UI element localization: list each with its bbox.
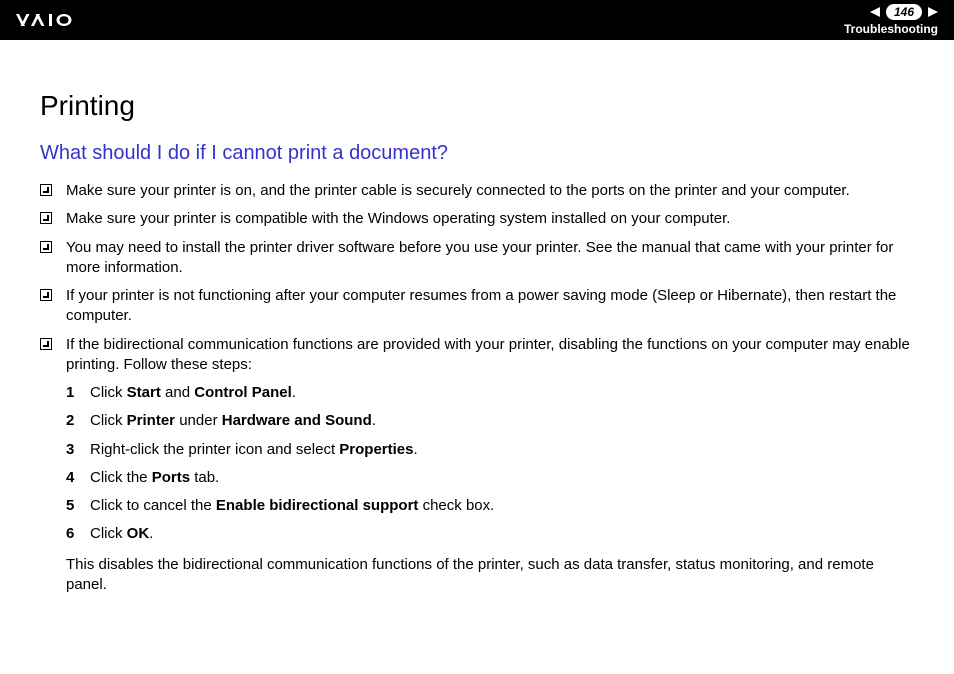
step-bold: Enable bidirectional support [216,497,419,514]
bullet-icon [40,289,52,301]
next-page-arrow-icon[interactable] [928,7,938,17]
question-title: What should I do if I cannot print a doc… [40,142,914,165]
content-area: Printing What should I do if I cannot pr… [0,40,954,615]
step-text-part: . [292,384,296,401]
step-item: 2 Click Printer under Hardware and Sound… [66,411,914,431]
step-number: 4 [66,468,90,488]
prev-page-arrow-icon[interactable] [870,7,880,17]
step-bold: Hardware and Sound [222,412,372,429]
bullet-icon [40,338,52,350]
step-number: 2 [66,411,90,431]
step-text-part: Click to cancel the [90,497,216,514]
step-text: Click the Ports tab. [90,468,914,488]
step-item: 3 Right-click the printer icon and selec… [66,440,914,460]
step-text-part: Click [90,412,127,429]
step-bold: Control Panel [194,384,292,401]
header-right: 146 Troubleshooting [844,4,938,36]
header-bar: 146 Troubleshooting [0,0,954,40]
after-steps-text: This disables the bidirectional communic… [66,555,914,596]
step-text-part: . [149,525,153,542]
bullet-icon [40,184,52,196]
step-text: Click Start and Control Panel. [90,383,914,403]
step-text-part: and [161,384,194,401]
bullet-item: If the bidirectional communication funct… [40,335,914,376]
step-text: Right-click the printer icon and select … [90,440,914,460]
step-text-part: under [175,412,222,429]
step-text: Click to cancel the Enable bidirectional… [90,496,914,516]
page-number: 146 [886,4,922,20]
step-text-part: Click [90,525,127,542]
numbered-steps: 1 Click Start and Control Panel. 2 Click… [66,383,914,545]
step-bold: OK [127,525,150,542]
bullet-icon [40,212,52,224]
bullet-text: If your printer is not functioning after… [66,286,914,327]
step-number: 1 [66,383,90,403]
bullet-text: If the bidirectional communication funct… [66,335,914,376]
step-number: 6 [66,524,90,544]
step-text-part: tab. [190,469,219,486]
bullet-item: You may need to install the printer driv… [40,238,914,279]
step-bold: Properties [339,441,413,458]
bullet-icon [40,241,52,253]
step-text: Click OK. [90,524,914,544]
bullet-text: You may need to install the printer driv… [66,238,914,279]
bullet-item: Make sure your printer is on, and the pr… [40,181,914,201]
step-text-part: check box. [418,497,494,514]
step-number: 3 [66,440,90,460]
step-text-part: . [372,412,376,429]
step-text-part: Click [90,384,127,401]
step-text-part: Click the [90,469,152,486]
bullet-text: Make sure your printer is compatible wit… [66,209,914,229]
page-title: Printing [40,90,914,122]
bullet-item: If your printer is not functioning after… [40,286,914,327]
header-section-label: Troubleshooting [844,22,938,36]
step-number: 5 [66,496,90,516]
step-item: 1 Click Start and Control Panel. [66,383,914,403]
step-bold: Start [127,384,161,401]
step-item: 4 Click the Ports tab. [66,468,914,488]
step-item: 5 Click to cancel the Enable bidirection… [66,496,914,516]
step-item: 6 Click OK. [66,524,914,544]
vaio-logo [16,11,106,29]
bullet-text: Make sure your printer is on, and the pr… [66,181,914,201]
step-bold: Ports [152,469,190,486]
bullet-item: Make sure your printer is compatible wit… [40,209,914,229]
step-text: Click Printer under Hardware and Sound. [90,411,914,431]
step-text-part: Right-click the printer icon and select [90,441,339,458]
step-bold: Printer [127,412,175,429]
page-navigation: 146 [870,4,938,20]
step-text-part: . [413,441,417,458]
